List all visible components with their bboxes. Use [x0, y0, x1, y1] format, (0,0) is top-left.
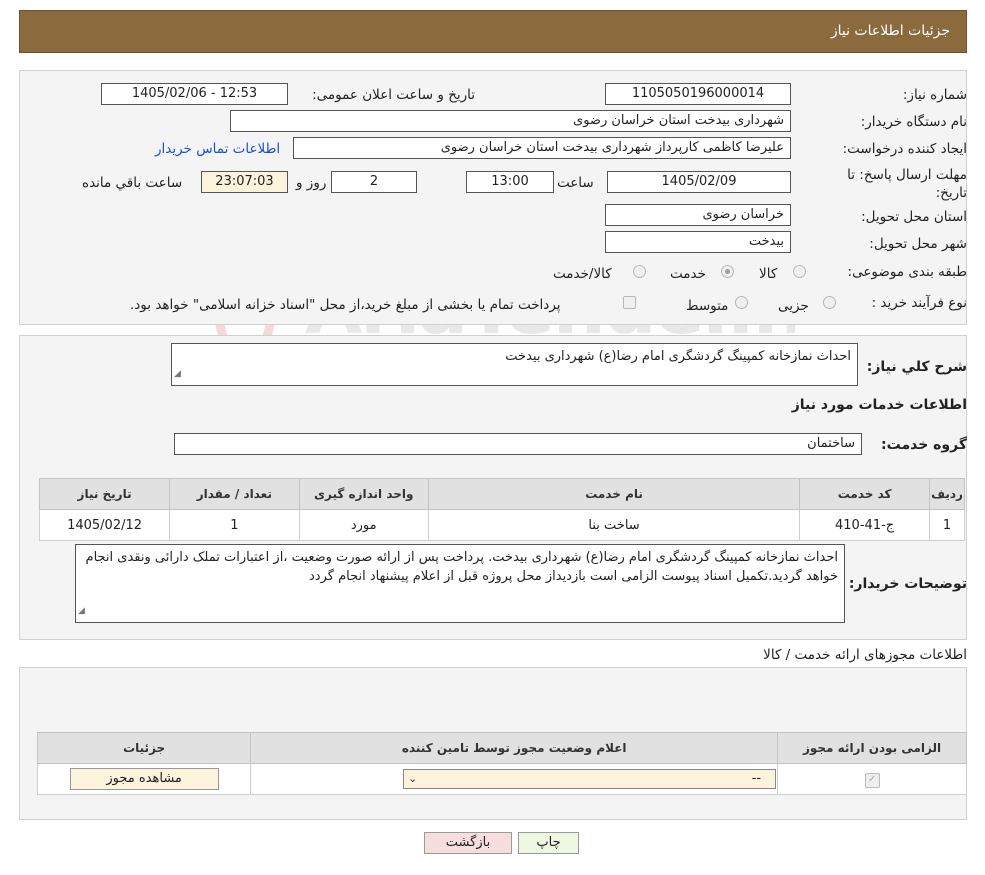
process-note: پرداخت تمام یا بخشی از مبلغ خرید،از محل …	[130, 297, 561, 313]
process-label: نوع فرآیند خرید :	[871, 295, 967, 311]
description-textarea: احداث نمازخانه کمپینگ گردشگری امام رضا(ع…	[171, 343, 858, 386]
col-need-date: تاريخ نياز	[38, 478, 171, 510]
buyer-contact-link[interactable]: اطلاعات تماس خریدار	[155, 141, 280, 157]
page-title: جزئیات اطلاعات نیاز	[830, 23, 950, 39]
deadline-label: مهلت ارسال پاسخ: تا تاریخ:	[847, 167, 967, 201]
process-medium-label: متوسط	[686, 298, 729, 314]
permit-status-select[interactable]: -- ⌄	[403, 769, 777, 789]
category-goods-service-label: کالا/خدمت	[553, 266, 612, 282]
remaining-label: ساعت باقي مانده	[82, 175, 183, 191]
creator-field: علیرضا کاظمی کارپرداز شهرداری بیدخت استا…	[293, 137, 791, 159]
cell-qty: 1	[169, 509, 300, 541]
print-button[interactable]: چاپ	[518, 832, 579, 854]
col-unit: واحد اندازه گيری	[298, 478, 429, 510]
services-section-title: اطلاعات خدمات مورد نياز	[791, 397, 967, 413]
cell-permit-details: مشاهده مجوز	[36, 763, 252, 795]
cell-permit-status: -- ⌄	[250, 763, 779, 795]
announce-label: تاریخ و ساعت اعلان عمومی:	[312, 87, 475, 103]
buyer-notes-label: توضيحات خريدار:	[848, 576, 967, 592]
chevron-down-icon: ⌄	[408, 772, 418, 785]
col-service-name: نام خدمت	[427, 478, 801, 510]
category-service-label: خدمت	[670, 266, 706, 282]
need-number-label: شماره نیاز:	[902, 87, 967, 103]
permit-status-value: --	[751, 771, 762, 786]
table-row: ✓ -- ⌄ مشاهده مجوز	[36, 763, 967, 795]
category-goods-service-radio[interactable]	[633, 265, 646, 278]
resize-grip-icon: ◢	[174, 369, 181, 379]
city-label: شهر محل تحویل:	[869, 236, 967, 252]
creator-label: ایجاد کننده درخواست:	[842, 141, 967, 157]
resize-grip-icon: ◢	[78, 606, 85, 616]
buyer-notes-text: احداث نمازخانه کمپینگ گردشگری امام رضا(ع…	[85, 550, 838, 584]
permits-table-header: الزامی بودن ارائه مجوز اعلام وضعیت مجوز …	[36, 732, 967, 764]
process-medium-radio[interactable]	[735, 296, 748, 309]
cell-name: ساخت بنا	[427, 509, 801, 541]
permits-section-title: اطلاعات مجوزهای ارائه خدمت / کالا	[763, 647, 967, 663]
view-permit-button[interactable]: مشاهده مجوز	[69, 768, 219, 790]
cell-date: 1405/02/12	[38, 509, 171, 541]
col-quantity: تعداد / مقدار	[169, 478, 300, 510]
page-header: جزئیات اطلاعات نیاز	[19, 10, 967, 53]
days-label: روز و	[296, 175, 327, 191]
cell-permit-required: ✓	[777, 763, 967, 795]
announce-datetime-field: 1405/02/06 - 12:53	[101, 83, 288, 105]
service-group-label: گروه خدمت:	[881, 437, 967, 453]
process-minor-label: جزیی	[778, 298, 809, 314]
services-table: رديف کد خدمت نام خدمت واحد اندازه گيری ت…	[38, 478, 965, 541]
description-label: شرح کلي نياز:	[866, 359, 967, 375]
col-service-code: کد خدمت	[799, 478, 931, 510]
deadline-time-label: ساعت	[557, 175, 594, 191]
deadline-date-field: 1405/02/09	[607, 171, 791, 193]
days-field: 2	[331, 171, 417, 193]
category-goods-radio[interactable]	[793, 265, 806, 278]
col-permit-status: اعلام وضعیت مجوز توسط تامین کننده	[250, 732, 779, 764]
cell-code: ج-41-410	[799, 509, 931, 541]
deadline-time-field: 13:00	[466, 171, 554, 193]
table-row: 1 ج-41-410 ساخت بنا مورد 1 1405/02/12	[38, 509, 965, 541]
category-goods-label: کالا	[759, 266, 778, 282]
description-text: احداث نمازخانه کمپینگ گردشگری امام رضا(ع…	[505, 349, 851, 364]
province-label: استان محل تحویل:	[861, 209, 967, 225]
buyer-org-label: نام دستگاه خریدار:	[860, 114, 967, 130]
buyer-notes-textarea: احداث نمازخانه کمپینگ گردشگری امام رضا(ع…	[75, 544, 845, 623]
col-permit-details: جزئیات	[36, 732, 252, 764]
treasury-checkbox[interactable]	[623, 296, 636, 309]
city-field: بیدخت	[605, 231, 791, 253]
need-number-field: 1105050196000014	[605, 83, 791, 105]
services-table-header: رديف کد خدمت نام خدمت واحد اندازه گيری ت…	[38, 478, 965, 510]
cell-unit: مورد	[298, 509, 429, 541]
cell-row: 1	[929, 509, 965, 541]
process-minor-radio[interactable]	[823, 296, 836, 309]
col-row: رديف	[929, 478, 965, 510]
back-button[interactable]: بازگشت	[424, 832, 512, 854]
permit-required-checkbox: ✓	[864, 772, 880, 788]
permits-table: الزامی بودن ارائه مجوز اعلام وضعیت مجوز …	[36, 732, 967, 795]
remaining-time-field: 23:07:03	[201, 171, 288, 193]
buyer-org-field: شهرداری بیدخت استان خراسان رضوی	[230, 110, 791, 132]
category-service-radio[interactable]	[721, 265, 734, 278]
col-permit-required: الزامی بودن ارائه مجوز	[777, 732, 967, 764]
category-label: طبقه بندی موضوعی:	[847, 264, 967, 280]
province-field: خراسان رضوی	[605, 204, 791, 226]
service-group-field: ساختمان	[174, 433, 862, 455]
